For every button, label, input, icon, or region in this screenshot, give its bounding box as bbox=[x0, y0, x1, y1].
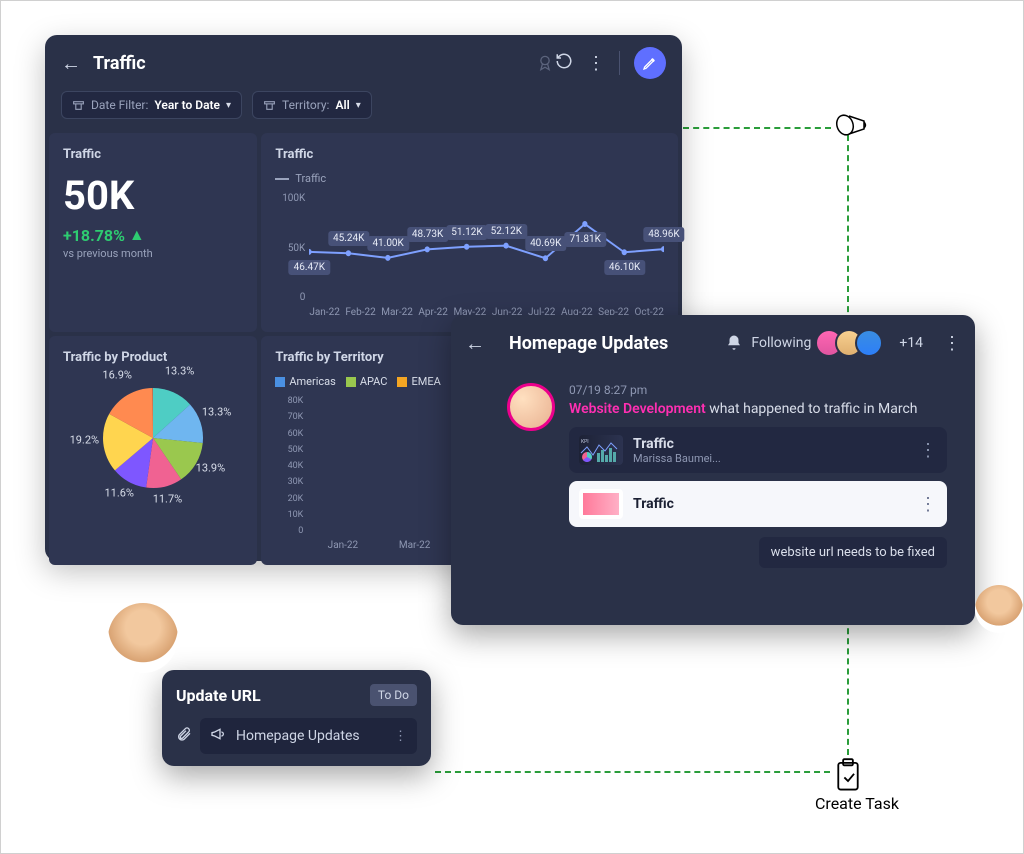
task-title: Update URL bbox=[176, 686, 261, 705]
line-chart-card: Traffic Traffic 100K50K0 46.47K45.24K41.… bbox=[261, 133, 678, 332]
kpi-sub: vs previous month bbox=[63, 247, 243, 260]
kpi-value: 50K bbox=[63, 172, 243, 219]
chat-reply: website url needs to be fixed bbox=[759, 537, 947, 568]
connector bbox=[683, 127, 831, 129]
chat-message: 07/19 8:27 pm Website Development what h… bbox=[451, 371, 975, 568]
line-legend: Traffic bbox=[275, 172, 664, 185]
page-title: Traffic bbox=[93, 53, 527, 74]
chevron-down-icon: ▾ bbox=[226, 100, 231, 111]
bell-icon bbox=[725, 334, 743, 352]
chat-title: Homepage Updates bbox=[509, 333, 713, 354]
edit-button[interactable] bbox=[634, 47, 666, 79]
kpi-title: Traffic bbox=[63, 147, 243, 162]
attachment-thumb: KPI bbox=[579, 435, 623, 465]
attachment-icon bbox=[176, 726, 192, 746]
more-icon[interactable]: ⋮ bbox=[394, 729, 407, 744]
avatar-stack[interactable] bbox=[823, 329, 883, 357]
megaphone-icon bbox=[210, 726, 226, 746]
filter-icon bbox=[72, 99, 85, 112]
kpi-card: Traffic 50K +18.78%▲ vs previous month bbox=[49, 133, 257, 332]
certify-icon bbox=[535, 53, 555, 73]
status-badge[interactable]: To Do bbox=[370, 684, 417, 706]
more-icon[interactable]: ⋮ bbox=[943, 333, 961, 354]
filter-territory[interactable]: Territory: All ▾ bbox=[252, 91, 372, 119]
refresh-icon[interactable] bbox=[555, 52, 573, 74]
message-text: Website Development what happened to tra… bbox=[569, 401, 947, 417]
up-triangle-icon: ▲ bbox=[129, 225, 145, 245]
attachment-card[interactable]: KPI Traffic Marissa Baumei... ⋮ bbox=[569, 427, 947, 473]
line-chart-title: Traffic bbox=[275, 147, 664, 162]
divider bbox=[619, 51, 620, 75]
more-icon[interactable]: ⋮ bbox=[919, 440, 937, 461]
attachment-thumb bbox=[579, 489, 623, 519]
task-card: Update URL To Do Homepage Updates ⋮ bbox=[162, 670, 431, 766]
filter-date[interactable]: Date Filter: Year to Date ▾ bbox=[61, 91, 242, 119]
svg-text:KPI: KPI bbox=[581, 439, 589, 445]
kpi-delta: +18.78%▲ bbox=[63, 225, 243, 245]
attachment-card[interactable]: Traffic ⋮ bbox=[569, 481, 947, 527]
pie-chart-card: Traffic by Product 13.3%13.3%13.9%11.7%1… bbox=[49, 336, 257, 565]
avatar-extra[interactable]: +14 bbox=[899, 335, 923, 351]
connector bbox=[435, 771, 830, 773]
avatar bbox=[975, 585, 1023, 633]
more-icon[interactable]: ⋮ bbox=[587, 53, 605, 74]
task-attachment[interactable]: Homepage Updates ⋮ bbox=[200, 718, 417, 754]
follow-button[interactable]: Following bbox=[725, 334, 811, 352]
chevron-down-icon: ▾ bbox=[356, 100, 361, 111]
more-icon[interactable]: ⋮ bbox=[919, 494, 937, 515]
megaphone-icon bbox=[834, 110, 868, 140]
clipboard-check-icon bbox=[833, 758, 863, 792]
message-time: 07/19 8:27 pm bbox=[569, 383, 947, 397]
back-icon[interactable]: ← bbox=[465, 331, 485, 356]
chat-panel: ← Homepage Updates Following +14 ⋮ 07/19… bbox=[451, 315, 975, 625]
filter-icon bbox=[263, 99, 276, 112]
create-task-label: Create Task bbox=[815, 794, 899, 813]
filter-bar: Date Filter: Year to Date ▾ Territory: A… bbox=[45, 91, 682, 133]
avatar bbox=[507, 383, 555, 431]
dashboard-header: ← Traffic ⋮ bbox=[45, 35, 682, 91]
pie-chart-title: Traffic by Product bbox=[63, 350, 243, 365]
avatar bbox=[108, 603, 178, 673]
back-icon[interactable]: ← bbox=[61, 51, 81, 76]
chat-header: ← Homepage Updates Following +14 ⋮ bbox=[451, 315, 975, 371]
